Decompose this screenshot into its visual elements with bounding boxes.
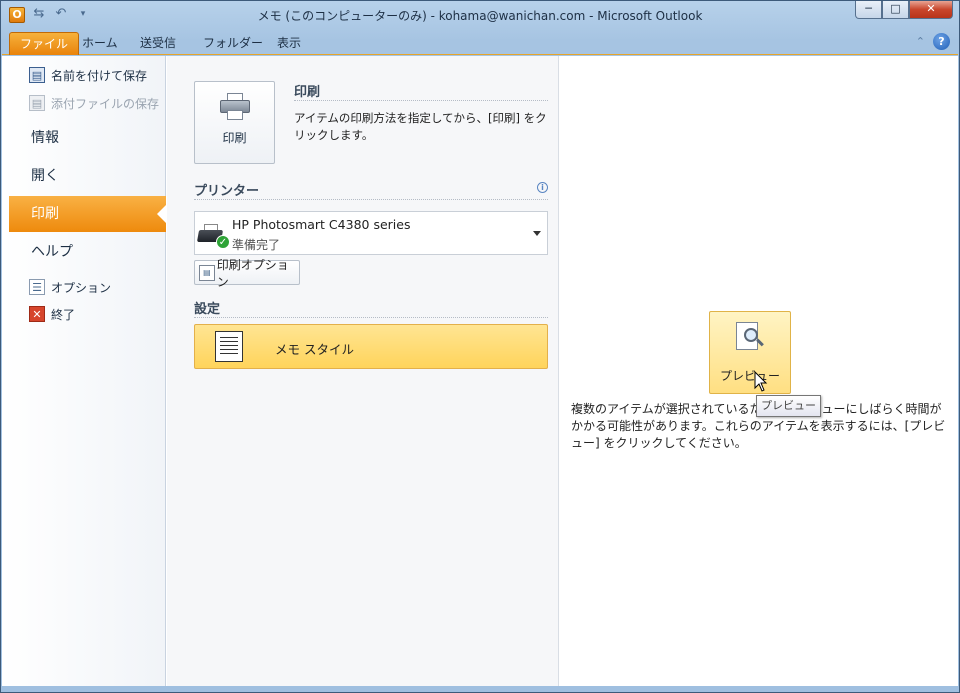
- ready-check-icon: ✓: [216, 235, 230, 249]
- options-command[interactable]: ☰ オプション: [29, 277, 111, 297]
- backstage-tab-help[interactable]: ヘルプ: [9, 234, 166, 270]
- tab-send-receive[interactable]: 送受信: [136, 32, 180, 55]
- options-label: オプション: [51, 280, 112, 295]
- printer-status-icon: ✓: [196, 222, 230, 249]
- ribbon-tab-bar: ファイル ホーム 送受信 フォルダー 表示 ⌃ ?: [2, 29, 958, 55]
- tab-folder[interactable]: フォルダー: [199, 32, 267, 55]
- outlook-window: O ⇆ ↶ ▾ メモ (このコンピューターのみ) - kohama@wanich…: [0, 0, 960, 693]
- tab-file[interactable]: ファイル: [9, 32, 80, 55]
- memo-style-item[interactable]: メモ スタイル: [194, 324, 548, 369]
- info-icon[interactable]: i: [537, 182, 548, 193]
- ribbon-help-area: ⌃ ?: [916, 33, 950, 50]
- settings-section-heading: 設定: [194, 298, 548, 318]
- printer-section-heading: プリンター i: [194, 180, 548, 200]
- print-button-label: 印刷: [222, 131, 247, 145]
- print-options-button[interactable]: ▤ 印刷オプション: [194, 258, 300, 289]
- save-as-command[interactable]: ▤ 名前を付けて保存: [29, 65, 147, 85]
- memo-style-icon: [215, 331, 243, 362]
- attachment-save-icon: ▤: [29, 95, 45, 111]
- options-icon: ☰: [29, 279, 45, 295]
- preview-tooltip: プレビュー: [756, 395, 821, 417]
- tab-view[interactable]: 表示: [273, 32, 305, 55]
- printer-status: 準備完了: [232, 238, 281, 252]
- mouse-cursor-icon: [754, 371, 768, 392]
- chevron-down-icon: [533, 231, 541, 236]
- preview-pane: プレビュー 複数のアイテムが選択されているため、プレビューにしばらく時間がかかる…: [560, 56, 958, 686]
- backstage-view: ▤ 名前を付けて保存 ▤ 添付ファイルの保存 情報 開く 印刷 ヘルプ ☰ オプ…: [2, 56, 958, 686]
- minimize-ribbon-icon[interactable]: ⌃: [916, 35, 925, 48]
- close-button[interactable]: ✕: [909, 1, 953, 19]
- backstage-nav: ▤ 名前を付けて保存 ▤ 添付ファイルの保存 情報 開く 印刷 ヘルプ ☰ オプ…: [2, 56, 166, 686]
- printer-name: HP Photosmart C4380 series: [232, 217, 411, 232]
- save-as-label: 名前を付けて保存: [51, 68, 148, 83]
- preview-button[interactable]: プレビュー: [709, 311, 791, 394]
- print-heading: 印刷: [294, 81, 548, 101]
- save-attachments-command: ▤ 添付ファイルの保存: [29, 93, 159, 113]
- print-options-label: 印刷オプション: [216, 257, 289, 289]
- help-icon[interactable]: ?: [933, 33, 950, 50]
- window-title: メモ (このコンピューターのみ) - kohama@wanichan.com -…: [257, 9, 703, 23]
- tab-home[interactable]: ホーム: [78, 32, 122, 55]
- save-attachments-label: 添付ファイルの保存: [51, 96, 160, 111]
- print-settings-pane: 印刷 印刷 アイテムの印刷方法を指定してから、[印刷] をクリックします。 プリ…: [167, 56, 559, 686]
- memo-style-label: メモ スタイル: [275, 342, 354, 357]
- printer-dropdown[interactable]: ✓ HP Photosmart C4380 series 準備完了: [194, 211, 548, 255]
- backstage-tab-info[interactable]: 情報: [9, 120, 166, 156]
- print-options-icon: ▤: [199, 264, 215, 281]
- print-description: アイテムの印刷方法を指定してから、[印刷] をクリックします。: [294, 111, 547, 142]
- preview-button-label: プレビュー: [719, 369, 780, 383]
- exit-label: 終了: [51, 307, 76, 322]
- backstage-tab-open[interactable]: 開く: [9, 158, 166, 194]
- window-controls: ─ □ ✕: [855, 1, 953, 19]
- printer-heading-text: プリンター: [194, 184, 260, 199]
- exit-icon: ✕: [29, 306, 45, 322]
- exit-command[interactable]: ✕ 終了: [29, 304, 75, 324]
- print-button[interactable]: 印刷: [194, 81, 275, 164]
- minimize-button[interactable]: ─: [855, 1, 882, 19]
- save-as-icon: ▤: [29, 67, 45, 83]
- printer-icon: [220, 93, 250, 121]
- backstage-tab-print[interactable]: 印刷: [9, 196, 166, 232]
- maximize-button[interactable]: □: [882, 1, 909, 19]
- title-bar: O ⇆ ↶ ▾ メモ (このコンピューターのみ) - kohama@wanich…: [1, 1, 959, 29]
